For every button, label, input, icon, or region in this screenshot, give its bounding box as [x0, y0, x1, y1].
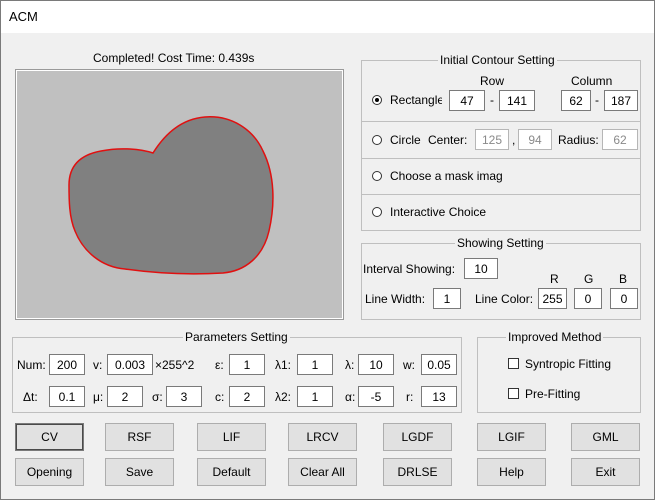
num-input[interactable] [49, 354, 85, 375]
rectangle-label[interactable]: Rectangle [390, 92, 442, 108]
row-label: Row [480, 74, 505, 88]
column-label: Column [571, 74, 613, 88]
interactive-label[interactable]: Interactive Choice [390, 204, 486, 220]
center-label: Center: [428, 133, 468, 147]
lambda-label: λ: [345, 358, 355, 372]
eps-input[interactable] [229, 354, 265, 375]
r-header: R [550, 272, 559, 286]
lgdf-button[interactable]: LGDF [383, 423, 452, 451]
col-from-input[interactable] [561, 90, 591, 111]
v-input[interactable] [107, 354, 153, 375]
line-width-input[interactable] [433, 288, 461, 309]
sigma-label: σ: [152, 390, 163, 404]
color-g-input[interactable] [574, 288, 602, 309]
mu-input[interactable] [107, 386, 143, 407]
col-to-input[interactable] [604, 90, 638, 111]
row-dash: - [490, 93, 494, 107]
syntropic-checkbox[interactable] [508, 358, 519, 369]
sigma-input[interactable] [166, 386, 202, 407]
rectangle-radio[interactable] [372, 95, 382, 105]
mask-label[interactable]: Choose a mask imag [390, 168, 503, 184]
clear-all-button[interactable]: Clear All [288, 458, 357, 486]
cv-button[interactable]: CV [15, 423, 84, 451]
separator [362, 194, 640, 195]
alpha-label: α: [345, 390, 356, 404]
exit-button[interactable]: Exit [571, 458, 640, 486]
col-dash: - [595, 93, 599, 107]
improved-method-group: Improved Method Syntropic Fitting Pre-Fi… [477, 330, 641, 413]
line-color-label: Line Color: [475, 292, 534, 306]
image-svg [17, 71, 342, 318]
prefitting-checkbox[interactable] [508, 388, 519, 399]
default-button[interactable]: Default [197, 458, 266, 486]
lambda-input[interactable] [358, 354, 394, 375]
row-to-input[interactable] [499, 90, 535, 111]
mu-label: μ: [93, 390, 104, 404]
center-y-input[interactable] [518, 129, 552, 150]
color-r-input[interactable] [538, 288, 567, 309]
b-header: B [619, 272, 628, 286]
save-button[interactable]: Save [105, 458, 174, 486]
center-comma: , [512, 133, 516, 147]
separator [362, 158, 640, 159]
alpha-input[interactable] [358, 386, 394, 407]
help-button[interactable]: Help [477, 458, 546, 486]
center-x-input[interactable] [475, 129, 509, 150]
v-suffix: ×255^2 [155, 358, 195, 372]
circle-radio[interactable] [372, 135, 382, 145]
num-label: Num: [17, 358, 46, 372]
parameters-group: Parameters Setting Num: v: ×255^2 ε: λ1:… [12, 330, 462, 413]
color-b-input[interactable] [610, 288, 638, 309]
parameters-title: Parameters Setting [183, 330, 290, 344]
lambda1-label: λ1: [275, 358, 292, 372]
w-input[interactable] [421, 354, 457, 375]
c-label: c: [215, 390, 225, 404]
initial-contour-group: Initial Contour Setting Row Column Recta… [361, 53, 641, 231]
window-title: ACM [9, 9, 38, 24]
drlse-button[interactable]: DRLSE [383, 458, 452, 486]
circle-label[interactable]: Circle [390, 132, 421, 148]
initial-contour-title: Initial Contour Setting [438, 53, 557, 67]
title-bar: ACM [1, 1, 654, 33]
c-input[interactable] [229, 386, 265, 407]
r-label: r: [406, 390, 414, 404]
prefitting-label[interactable]: Pre-Fitting [525, 386, 580, 402]
interval-label: Interval Showing: [363, 262, 456, 276]
lambda2-input[interactable] [297, 386, 333, 407]
radius-label: Radius: [558, 133, 599, 147]
lgif-button[interactable]: LGIF [477, 423, 546, 451]
syntropic-label[interactable]: Syntropic Fitting [525, 356, 611, 372]
rsf-button[interactable]: RSF [105, 423, 174, 451]
lambda1-input[interactable] [297, 354, 333, 375]
improved-method-title: Improved Method [506, 330, 604, 344]
dt-input[interactable] [49, 386, 85, 407]
eps-label: ε: [215, 358, 224, 372]
image-canvas[interactable] [15, 69, 344, 320]
line-width-label: Line Width: [365, 292, 426, 306]
mask-radio[interactable] [372, 171, 382, 181]
main-window: ACM Completed! Cost Time: 0.439s Initial… [0, 0, 655, 500]
gml-button[interactable]: GML [571, 423, 640, 451]
dt-label: Δt: [23, 390, 38, 404]
interval-input[interactable] [464, 258, 498, 279]
lrcv-button[interactable]: LRCV [288, 423, 357, 451]
r-input[interactable] [421, 386, 457, 407]
showing-group: Showing Setting Interval Showing: R G B … [361, 236, 641, 320]
g-header: G [584, 272, 594, 286]
lif-button[interactable]: LIF [197, 423, 266, 451]
v-label: v: [93, 358, 103, 372]
status-text: Completed! Cost Time: 0.439s [93, 51, 255, 65]
interactive-radio[interactable] [372, 207, 382, 217]
lambda2-label: λ2: [275, 390, 292, 404]
opening-button[interactable]: Opening [15, 458, 84, 486]
separator [362, 121, 640, 122]
radius-input[interactable] [602, 129, 638, 150]
row-from-input[interactable] [449, 90, 485, 111]
w-label: w: [403, 358, 415, 372]
showing-title: Showing Setting [455, 236, 546, 250]
